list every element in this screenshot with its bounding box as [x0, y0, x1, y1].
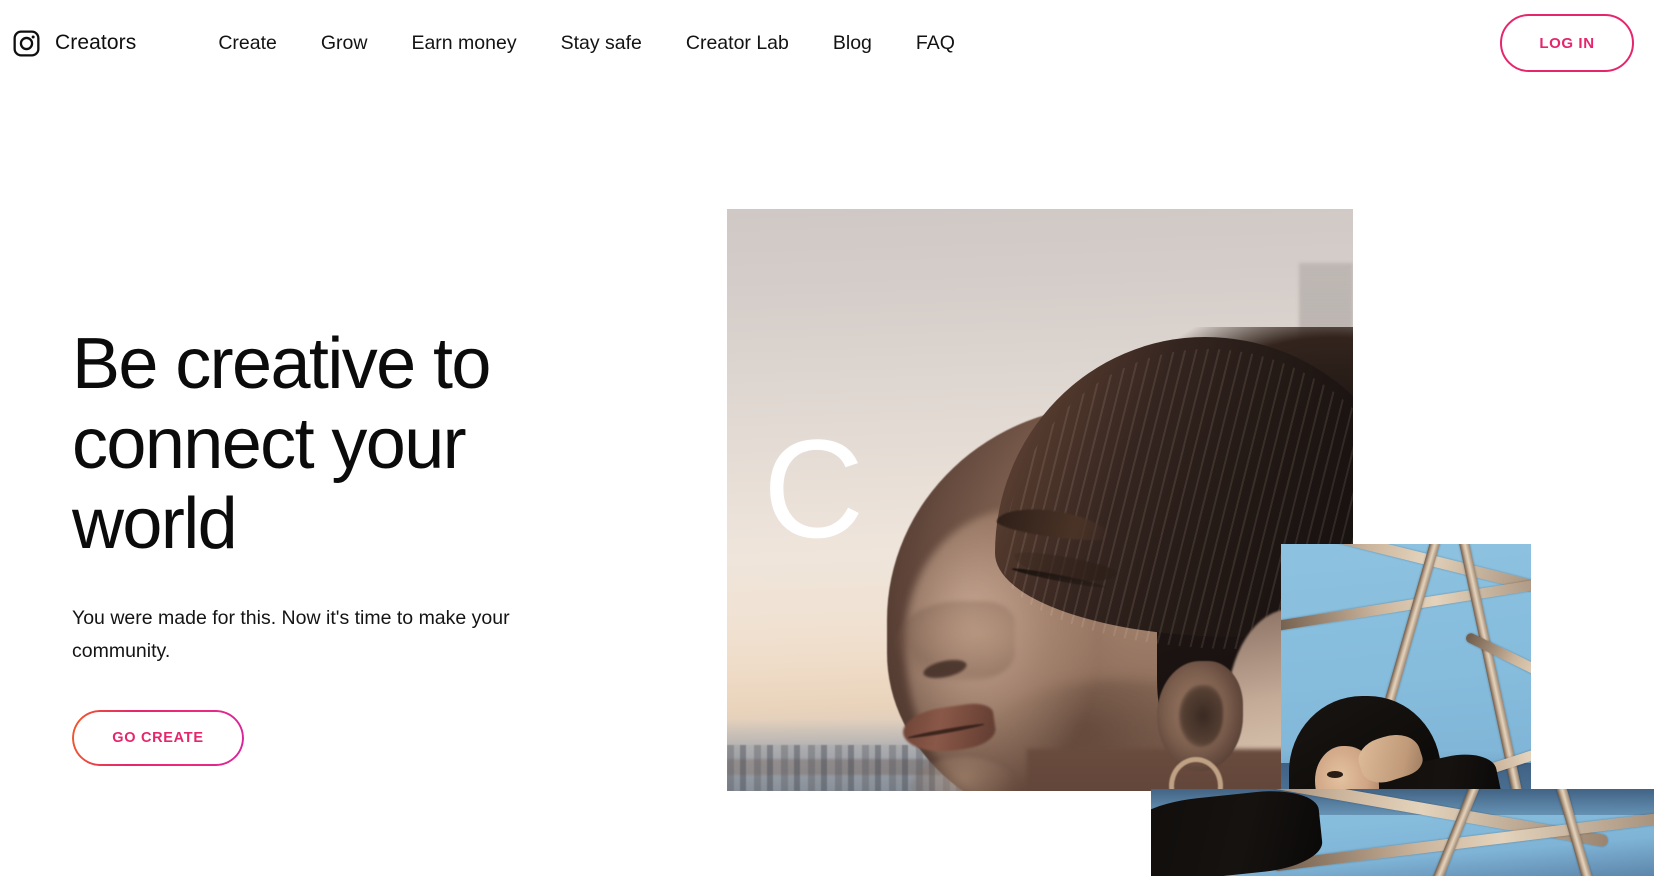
- nav-item-blog[interactable]: Blog: [833, 26, 872, 61]
- strip-figure-arm: [1151, 789, 1325, 876]
- photo-ear-inner: [1179, 685, 1223, 747]
- hero-subheadline: You were made for this. Now it's time to…: [72, 607, 510, 662]
- nav-item-grow[interactable]: Grow: [321, 26, 368, 61]
- primary-nav-links: Create Grow Earn money Stay safe Creator…: [218, 26, 955, 61]
- hero-main-photo: C: [727, 209, 1353, 791]
- top-navigation-bar: Creators Create Grow Earn money Stay saf…: [0, 0, 1654, 86]
- hero-headline: Be creative to connect your world: [72, 324, 491, 564]
- hero-section: C Be creative to connect your world You …: [0, 86, 1654, 876]
- nav-item-earn-money[interactable]: Earn money: [411, 26, 516, 61]
- brand-name: Creators: [55, 31, 137, 54]
- nav-item-creator-lab[interactable]: Creator Lab: [686, 26, 789, 61]
- login-button[interactable]: LOG IN: [1500, 14, 1634, 72]
- nav-item-stay-safe[interactable]: Stay safe: [561, 26, 642, 61]
- overlay-letter-c: C: [763, 410, 865, 567]
- instagram-camera-icon: [12, 29, 41, 58]
- nav-item-create[interactable]: Create: [218, 26, 277, 61]
- inset-figure-eye: [1327, 771, 1343, 778]
- hero-bottom-strip-photo: [1151, 789, 1654, 876]
- go-create-button[interactable]: GO CREATE: [72, 710, 244, 766]
- nav-item-faq[interactable]: FAQ: [916, 26, 955, 61]
- brand-logo-link[interactable]: Creators: [12, 29, 136, 58]
- hero-copy-block: Be creative to connect your world You we…: [72, 324, 592, 766]
